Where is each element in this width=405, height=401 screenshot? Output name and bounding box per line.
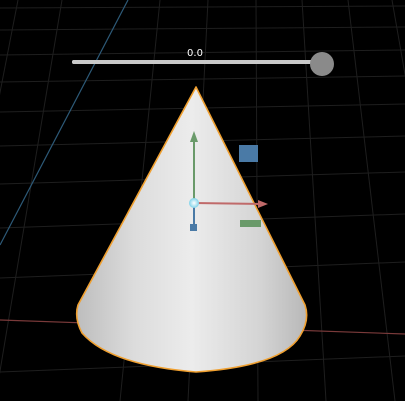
gizmo-x-axis[interactable] (193, 202, 261, 205)
world-axis-z (0, 0, 129, 246)
slider-fill (72, 60, 322, 64)
gizmo-plane-handle-xy[interactable] (240, 220, 261, 227)
gizmo-z-handle[interactable] (190, 224, 197, 231)
3d-viewport[interactable]: 0.0 (0, 0, 405, 401)
gizmo-plane-handle-xz[interactable] (239, 145, 258, 162)
gizmo-center-handle[interactable] (189, 198, 199, 208)
gizmo-x-arrow-icon[interactable] (258, 200, 268, 208)
slider-handle[interactable] (310, 52, 334, 76)
slider-track[interactable] (72, 60, 322, 64)
slider-value-label: 0.0 (187, 48, 203, 59)
